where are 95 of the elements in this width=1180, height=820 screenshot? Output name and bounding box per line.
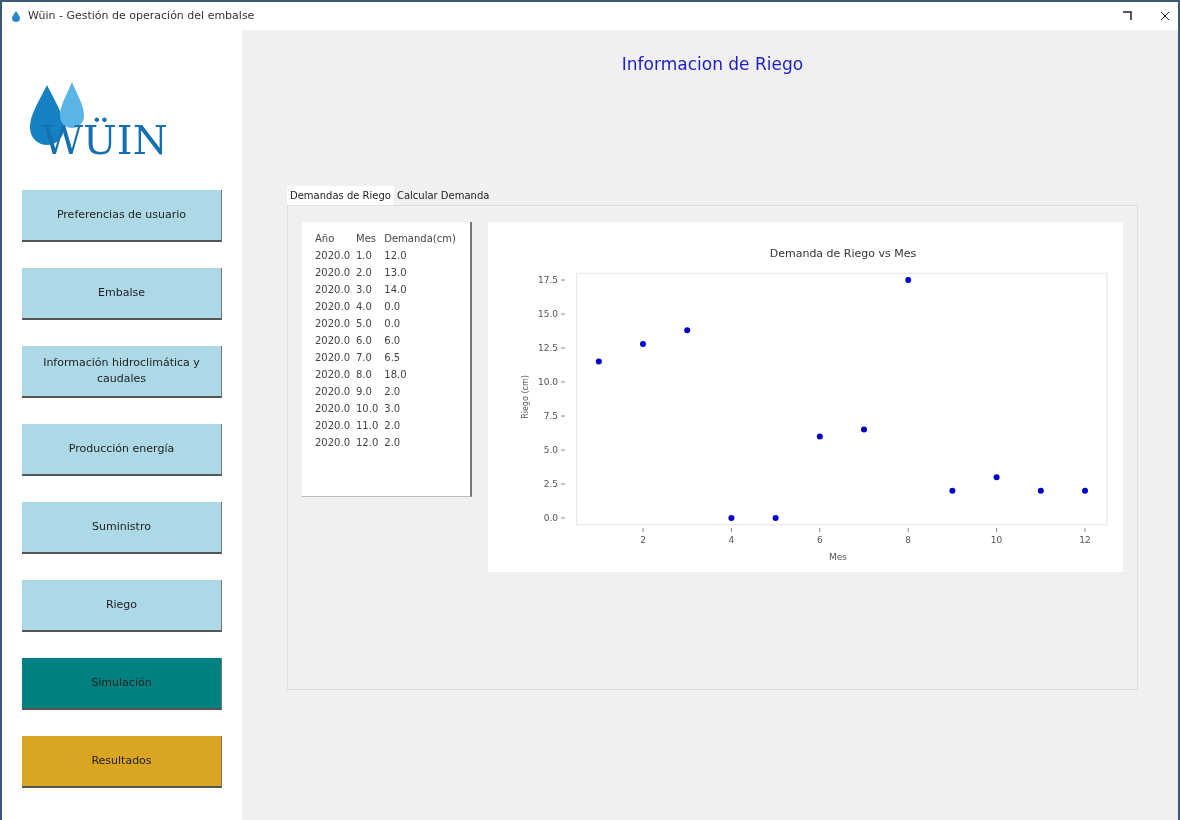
chart-title: Demanda de Riego vs Mes xyxy=(769,246,917,260)
table-cell-text: 6.0 xyxy=(355,333,373,348)
tick-mark xyxy=(642,527,644,532)
y-axis-label: Riego (cm) xyxy=(521,374,530,419)
table-cell-text: 3.0 xyxy=(383,401,402,416)
data-point xyxy=(595,358,602,365)
tick-mark xyxy=(560,483,566,484)
tick-mark xyxy=(996,527,998,532)
table-cell-text: 8.0 xyxy=(355,367,373,382)
close-icon[interactable] xyxy=(1160,11,1170,21)
table-cell-text: 2020.0 xyxy=(314,265,351,280)
data-point xyxy=(861,426,867,433)
sidebar-button[interactable]: Información hidroclimática y caudales xyxy=(22,346,222,398)
table-cell-text: 7.0 xyxy=(355,350,373,365)
x-tick-label: 12 xyxy=(1079,534,1091,545)
table-cell-text: 2.0 xyxy=(383,384,402,399)
table-cell-text: 5.0 xyxy=(355,316,373,331)
data-point xyxy=(993,473,1000,480)
sidebar-button[interactable]: Producción energía xyxy=(22,424,222,476)
sidebar-button[interactable]: Embalse xyxy=(22,268,222,320)
table-cell-text: 2020.0 xyxy=(314,435,351,450)
table-cell-text: 2020.0 xyxy=(314,418,351,433)
y-tick-label: 7.5 xyxy=(543,410,558,421)
tick-mark xyxy=(907,527,909,532)
table-cell-text: 0.0 xyxy=(383,299,402,314)
x-tick-label: 10 xyxy=(990,534,1003,545)
table-cell-text: 2020.0 xyxy=(314,384,351,399)
y-tick-label: 12.5 xyxy=(537,342,558,353)
table-cell-text: 14.0 xyxy=(383,282,408,297)
table-cell-text: 2020.0 xyxy=(314,248,351,263)
tick-mark xyxy=(560,449,566,450)
x-tick-label: 2 xyxy=(640,534,646,545)
data-point xyxy=(905,276,912,283)
x-tick-label: 4 xyxy=(728,534,735,545)
y-tick-label: 17.5 xyxy=(537,274,558,285)
tick-mark xyxy=(560,313,566,314)
data-point xyxy=(684,326,691,333)
table-cell-text: 2020.0 xyxy=(314,299,351,314)
window-title: Wüin - Gestión de operación del embalse xyxy=(28,7,255,24)
y-tick-label: 0.0 xyxy=(543,512,558,523)
table-cell-text: 2.0 xyxy=(355,265,373,280)
y-tick-label: 2.5 xyxy=(543,478,558,489)
table-cell-text: 6.5 xyxy=(383,350,402,365)
data-point xyxy=(1082,487,1088,494)
table-cell-text: 12.0 xyxy=(383,248,408,263)
tick-mark xyxy=(560,381,566,382)
table-cell-text: 10.0 xyxy=(355,401,380,416)
app-icon xyxy=(10,10,22,22)
table-cell-text: 1.0 xyxy=(355,248,373,263)
sidebar-button[interactable]: Preferencias de usuario xyxy=(22,190,222,242)
sidebar-button[interactable]: Resultados xyxy=(22,736,222,788)
data-point xyxy=(772,514,779,521)
tick-mark xyxy=(560,517,566,518)
page-heading: Informacion de Riego xyxy=(620,53,805,76)
table-cell-text: 4.0 xyxy=(355,299,373,314)
table-cell-text: 2020.0 xyxy=(314,350,351,365)
data-point xyxy=(1037,487,1044,494)
data-point xyxy=(949,487,956,494)
tick-mark xyxy=(560,279,566,280)
table-cell-text: 2020.0 xyxy=(314,282,351,297)
column-header: Mes xyxy=(355,231,377,246)
tick-mark xyxy=(560,415,566,416)
sidebar-button[interactable]: Suministro xyxy=(22,502,222,554)
column-header: Demanda(cm) xyxy=(383,231,457,246)
tick-mark xyxy=(560,347,566,348)
y-tick-label: 10.0 xyxy=(537,376,558,387)
y-tick-label: 15.0 xyxy=(537,308,558,319)
maximize-icon[interactable] xyxy=(1122,11,1132,21)
table-cell-text: 0.0 xyxy=(383,316,402,331)
table-cell-text: 11.0 xyxy=(355,418,380,433)
table-cell-text: 2.0 xyxy=(383,418,402,433)
table-cell-text: 2020.0 xyxy=(314,401,351,416)
table-cell-text: 3.0 xyxy=(355,282,373,297)
table-cell-text: 9.0 xyxy=(355,384,373,399)
x-tick-label: 8 xyxy=(905,534,912,545)
table-cell-text: 12.0 xyxy=(355,435,380,450)
tab[interactable]: Demandas de Riego xyxy=(287,185,394,205)
table-cell-text: 2020.0 xyxy=(314,333,351,348)
table-cell-text: 6.0 xyxy=(383,333,402,348)
table-cell-text: 18.0 xyxy=(383,367,408,382)
x-axis-label: Mes xyxy=(829,551,847,562)
tick-mark xyxy=(1084,527,1086,532)
y-tick-label: 5.0 xyxy=(543,444,558,455)
tick-mark xyxy=(730,527,732,532)
data-point xyxy=(728,514,735,521)
tick-mark xyxy=(819,527,821,532)
data-point xyxy=(640,340,646,347)
table-cell-text: 2020.0 xyxy=(314,367,351,382)
table-cell-text: 2020.0 xyxy=(314,316,351,331)
x-tick-label: 6 xyxy=(816,534,823,545)
table-cell-text: 13.0 xyxy=(383,265,408,280)
data-point xyxy=(816,432,823,439)
column-header: Año xyxy=(314,231,336,246)
table-cell-text: 2.0 xyxy=(383,435,402,450)
sidebar-button[interactable]: Riego xyxy=(22,580,222,632)
